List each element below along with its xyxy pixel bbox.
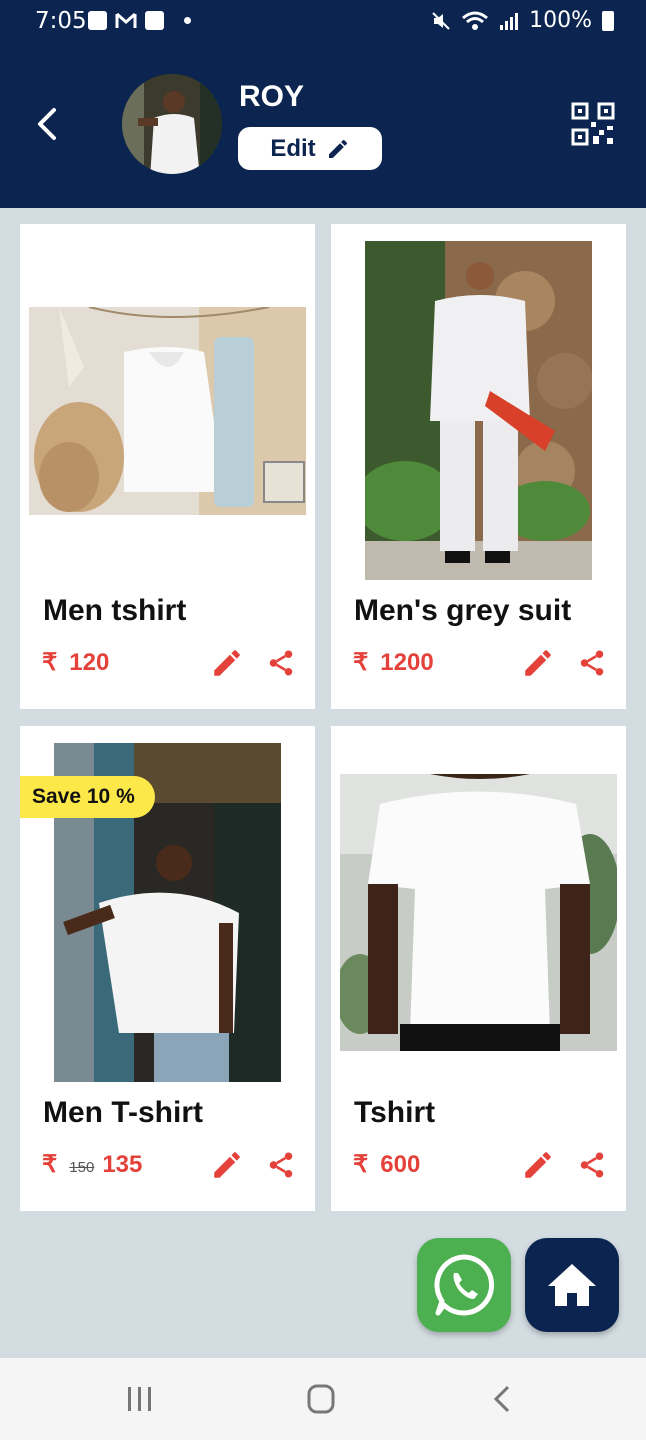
whatsapp-icon <box>434 1254 495 1316</box>
wifi-icon <box>462 11 489 30</box>
share-icon[interactable] <box>577 1150 607 1180</box>
price-value: 120 <box>69 649 110 676</box>
back-nav-icon[interactable] <box>484 1384 524 1414</box>
product-price: ₹ 1200 <box>353 648 434 677</box>
price-value: 135 <box>102 1151 143 1178</box>
product-price: ₹ 150 135 <box>42 1150 142 1179</box>
home-nav-icon[interactable] <box>301 1384 341 1414</box>
share-icon[interactable] <box>266 1150 296 1180</box>
gallery-icon <box>88 11 107 30</box>
more-dot-icon <box>184 17 191 24</box>
price-value: 600 <box>380 1151 421 1178</box>
system-navigation-bar <box>0 1358 646 1440</box>
status-time: 7:05 <box>35 8 87 34</box>
pencil-icon <box>328 139 347 158</box>
pencil-icon[interactable] <box>210 1148 244 1182</box>
status-bar: 7:05 100% <box>0 0 646 44</box>
whatsapp-button[interactable] <box>417 1238 511 1332</box>
product-card[interactable]: Men's grey suit ₹ 1200 <box>331 224 626 709</box>
app-header: 7:05 100% ROY Edit <box>0 0 646 208</box>
notification-icons <box>88 11 191 30</box>
product-title: Men tshirt <box>43 594 187 627</box>
battery-percent: 100% <box>529 8 592 33</box>
product-card[interactable]: Men tshirt ₹ 120 <box>20 224 315 709</box>
pencil-icon[interactable] <box>521 1148 555 1182</box>
gmail-icon <box>115 12 137 28</box>
share-icon[interactable] <box>266 648 296 678</box>
battery-icon <box>602 10 614 31</box>
price-value: 1200 <box>380 649 434 676</box>
back-icon[interactable] <box>30 104 66 144</box>
share-icon[interactable] <box>577 648 607 678</box>
product-title: Tshirt <box>354 1096 436 1129</box>
discount-badge: Save 10 % <box>20 776 155 818</box>
edit-label: Edit <box>270 134 316 162</box>
system-icons: 100% <box>431 8 614 33</box>
original-price: 150 <box>69 1159 95 1176</box>
product-title: Men's grey suit <box>354 594 572 627</box>
mute-icon <box>432 11 450 30</box>
product-price: ₹ 600 <box>353 1150 420 1179</box>
product-card[interactable]: Save 10 % Men T-shirt ₹ 150 135 <box>20 726 315 1211</box>
recent-apps-icon[interactable] <box>120 1384 160 1414</box>
product-card[interactable]: Tshirt ₹ 600 <box>331 726 626 1211</box>
task-icon <box>145 11 164 30</box>
home-icon <box>548 1264 596 1306</box>
product-title: Men T-shirt <box>43 1096 204 1129</box>
currency-symbol: ₹ <box>353 1151 369 1178</box>
currency-symbol: ₹ <box>353 649 369 676</box>
edit-profile-button[interactable]: Edit <box>238 127 382 170</box>
currency-symbol: ₹ <box>42 649 58 676</box>
currency-symbol: ₹ <box>42 1151 58 1178</box>
signal-icon <box>500 12 519 30</box>
product-price: ₹ 120 <box>42 648 109 677</box>
qr-code-icon[interactable] <box>571 102 615 146</box>
pencil-icon[interactable] <box>521 646 555 680</box>
avatar[interactable] <box>120 72 224 176</box>
home-button[interactable] <box>525 1238 619 1332</box>
product-image <box>29 307 306 515</box>
product-image <box>365 241 592 580</box>
pencil-icon[interactable] <box>210 646 244 680</box>
profile-name: ROY <box>239 80 305 113</box>
product-image <box>340 774 617 1051</box>
